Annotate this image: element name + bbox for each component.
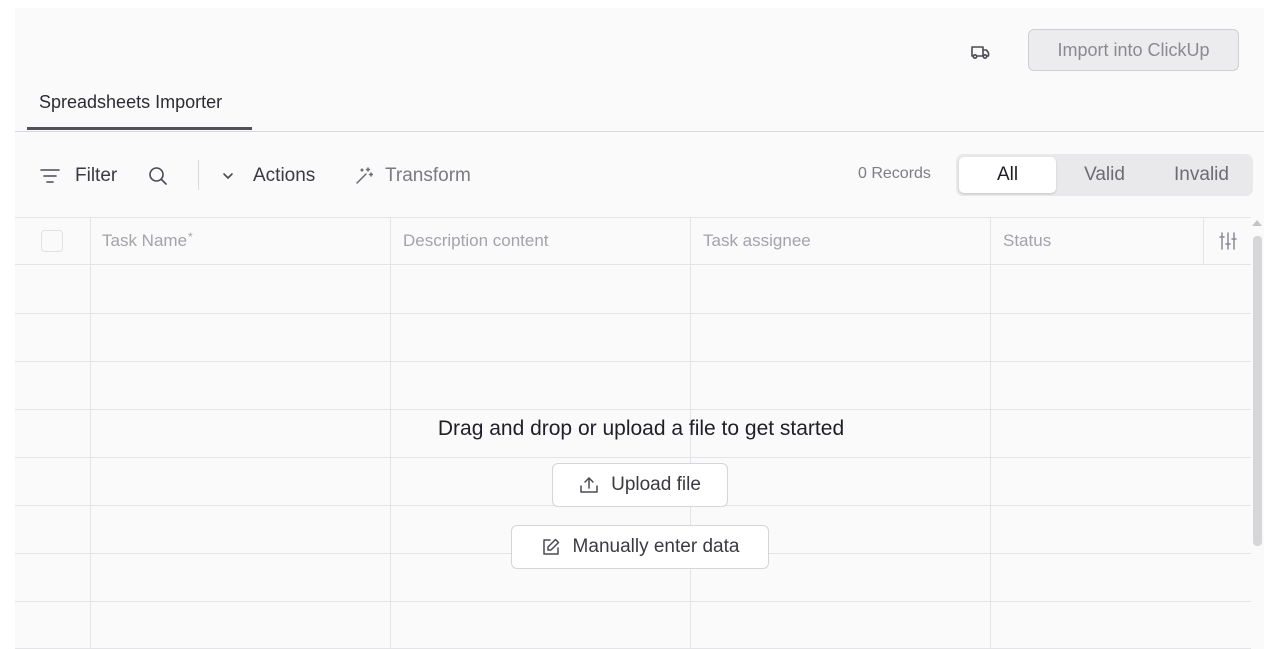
sliders-icon [1218,232,1237,250]
column-header-task-name[interactable]: Task Name * [102,217,193,265]
filter-label: Filter [75,165,118,186]
select-all-checkbox[interactable] [41,230,63,252]
scroll-up-arrow[interactable] [1252,220,1262,226]
column-settings-button[interactable] [1203,217,1251,265]
actions-dropdown[interactable]: Actions [222,163,315,189]
column-header-label: Status [1003,231,1052,250]
truck-icon [971,46,990,60]
manual-entry-label: Manually enter data [572,536,740,557]
tab-divider [15,131,1264,132]
validity-filter: All Valid Invalid [956,154,1253,196]
tab-label: Spreadsheets Importer [39,92,223,112]
records-count: 0 Records [858,165,931,182]
search-icon [149,167,167,185]
transform-button[interactable]: Transform [355,163,471,189]
manual-entry-button[interactable]: Manually enter data [511,525,769,569]
upload-file-button[interactable]: Upload file [552,463,728,507]
row-divider [15,457,1251,458]
filter-lines-icon [40,169,60,183]
column-header-status[interactable]: Status [1003,217,1051,265]
segment-valid[interactable]: Valid [1056,157,1153,193]
edit-icon [542,538,559,555]
segment-invalid[interactable]: Invalid [1153,157,1250,193]
row-divider [15,601,1251,602]
scrollbar-thumb[interactable] [1253,236,1262,546]
column-header-assignee[interactable]: Task assignee [703,217,811,265]
table-header-row [15,217,1251,265]
row-divider [15,409,1251,410]
magic-wand-icon [356,167,373,184]
column-header-description[interactable]: Description content [403,217,549,265]
search-button[interactable] [148,166,168,186]
tab-spreadsheets-importer[interactable]: Spreadsheets Importer [27,86,252,130]
import-button[interactable]: Import into ClickUp [1028,29,1239,71]
column-header-label: Task Name [102,231,188,250]
segment-all[interactable]: All [959,157,1056,193]
upload-icon [580,477,598,493]
required-marker: * [188,230,193,244]
toolbar-separator [198,160,199,190]
column-header-label: Task assignee [703,231,811,250]
chevron-down-icon [223,173,233,179]
transform-label: Transform [385,165,471,186]
upload-file-label: Upload file [611,474,701,495]
column-header-label: Description content [403,231,549,250]
filter-button[interactable]: Filter [40,163,117,189]
actions-label: Actions [253,165,316,186]
help-button[interactable] [962,36,998,68]
row-divider [15,361,1251,362]
empty-state-title: Drag and drop or upload a file to get st… [437,417,845,440]
row-divider [15,313,1251,314]
